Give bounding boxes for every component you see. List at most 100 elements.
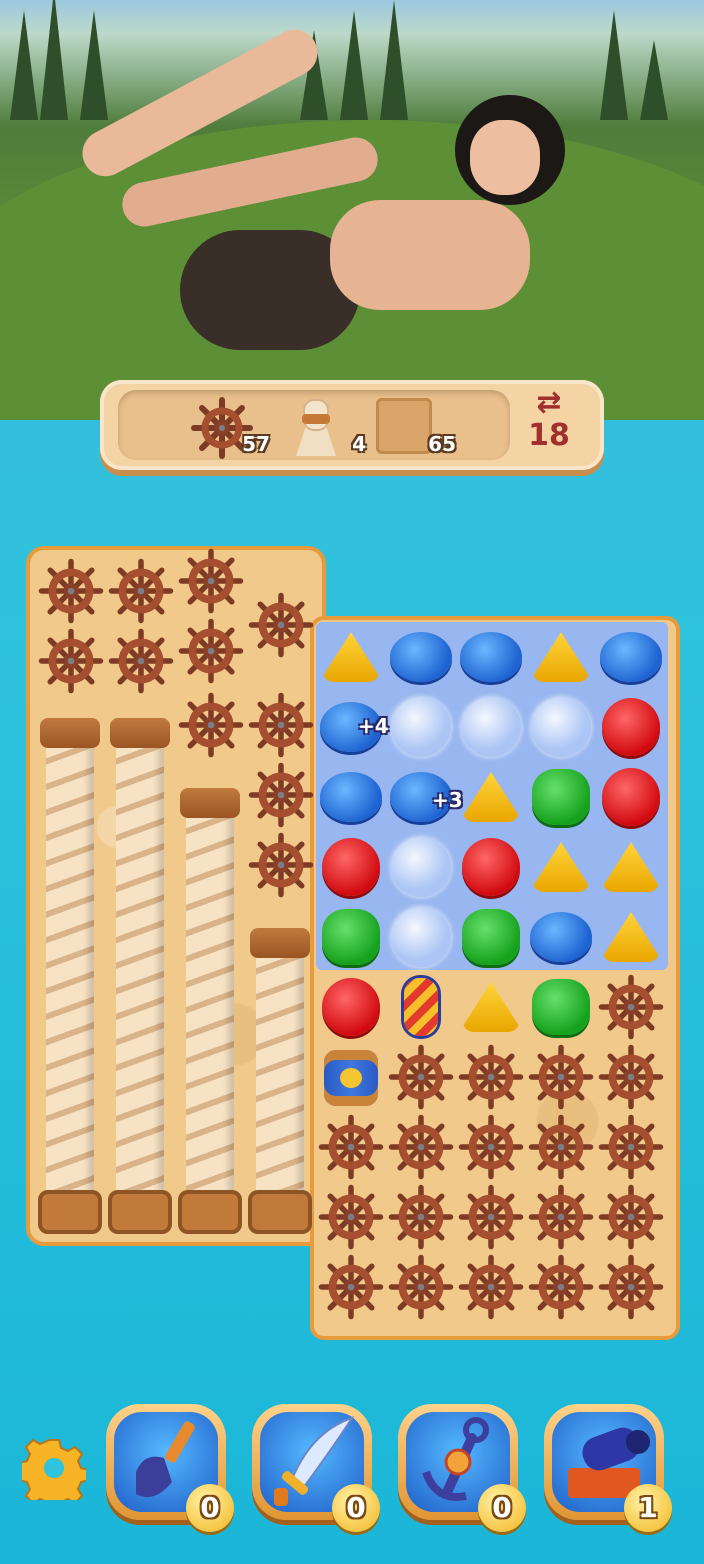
yellow-gem[interactable] — [596, 902, 666, 972]
ship-wheel-tile[interactable] — [526, 1182, 596, 1252]
tree — [10, 10, 38, 120]
ship-wheel-tile[interactable] — [246, 690, 316, 760]
bubble-shape — [461, 697, 521, 757]
yellow-gem[interactable] — [316, 622, 386, 692]
green-gem[interactable] — [316, 902, 386, 972]
goal-bar: 57 4 65 ⇄ 18 — [100, 380, 604, 470]
red-gem[interactable] — [596, 762, 666, 832]
ship-wheel-tile[interactable] — [596, 972, 666, 1042]
blue-gem-shape — [600, 632, 662, 682]
yellow-gem[interactable] — [456, 762, 526, 832]
red-gem-shape — [602, 768, 660, 826]
rope[interactable] — [186, 790, 234, 1220]
rope-icon — [296, 399, 336, 456]
ship-wheel-icon — [598, 1114, 664, 1180]
ship-wheel-tile[interactable] — [596, 1182, 666, 1252]
yellow-gem[interactable] — [456, 972, 526, 1042]
rope-knot — [250, 928, 310, 958]
rope[interactable] — [256, 930, 304, 1220]
blue-gem[interactable] — [596, 622, 666, 692]
ship-wheel-tile[interactable] — [456, 1112, 526, 1182]
blue-gem[interactable] — [456, 622, 526, 692]
character-torso — [330, 200, 530, 310]
bubble-tile[interactable] — [526, 692, 596, 762]
character-scene — [0, 0, 704, 420]
anchor-booster-button[interactable]: 0 — [398, 1404, 526, 1532]
rope-base — [248, 1190, 312, 1234]
ship-wheel-icon — [458, 1114, 524, 1180]
rope[interactable] — [116, 720, 164, 1220]
striped-rocket-booster[interactable] — [386, 972, 456, 1042]
ship-wheel-icon — [248, 592, 314, 658]
ship-wheel-tile[interactable] — [36, 626, 106, 696]
ship-wheel-tile[interactable] — [386, 1252, 456, 1322]
shovel-booster-button[interactable]: 0 — [106, 1404, 234, 1532]
ship-wheel-tile[interactable] — [176, 690, 246, 760]
ship-wheel-tile[interactable] — [456, 1182, 526, 1252]
skull-barrel-tile[interactable] — [316, 1042, 386, 1112]
ship-wheel-tile[interactable] — [526, 1112, 596, 1182]
ship-wheel-tile[interactable] — [36, 556, 106, 626]
yellow-gem[interactable] — [596, 832, 666, 902]
yellow-gem[interactable] — [526, 832, 596, 902]
bubble-tile[interactable] — [386, 902, 456, 972]
settings-gear-button[interactable] — [18, 1436, 90, 1511]
ship-wheel-tile[interactable] — [106, 626, 176, 696]
ship-wheel-icon — [108, 628, 174, 694]
bubble-tile[interactable] — [456, 692, 526, 762]
red-gem[interactable] — [596, 692, 666, 762]
red-gem[interactable] — [456, 832, 526, 902]
blue-gem[interactable] — [526, 902, 596, 972]
bubble-tile[interactable] — [386, 692, 456, 762]
swap-arrows-icon: ⇄ — [536, 385, 562, 420]
blue-gem[interactable] — [316, 762, 386, 832]
rope-base — [178, 1190, 242, 1234]
ship-wheel-icon — [458, 1184, 524, 1250]
ship-wheel-icon — [528, 1184, 594, 1250]
ship-wheel-tile[interactable] — [316, 1182, 386, 1252]
gear-icon — [18, 1438, 90, 1511]
red-gem[interactable] — [316, 972, 386, 1042]
ship-wheel-tile[interactable] — [596, 1112, 666, 1182]
cannon-booster-button[interactable]: 1 — [544, 1404, 672, 1532]
ship-wheel-icon — [388, 1184, 454, 1250]
ship-wheel-tile[interactable] — [526, 1252, 596, 1322]
bubble-tile[interactable] — [386, 832, 456, 902]
yellow-gem[interactable] — [526, 622, 596, 692]
ship-wheel-icon — [318, 1184, 384, 1250]
green-gem[interactable] — [526, 762, 596, 832]
ship-wheel-tile[interactable] — [176, 616, 246, 686]
ship-wheel-tile[interactable] — [246, 590, 316, 660]
sand-tile-icon — [376, 398, 432, 454]
ship-wheel-tile[interactable] — [596, 1252, 666, 1322]
ship-wheel-tile[interactable] — [456, 1252, 526, 1322]
yellow-gem-shape — [533, 842, 589, 892]
ship-wheel-tile[interactable] — [386, 1112, 456, 1182]
yellow-gem-shape — [323, 632, 379, 682]
green-gem[interactable] — [526, 972, 596, 1042]
ship-wheel-tile[interactable] — [316, 1252, 386, 1322]
red-gem[interactable] — [316, 832, 386, 902]
green-gem[interactable] — [456, 902, 526, 972]
yellow-gem-shape — [533, 632, 589, 682]
sword-booster-button[interactable]: 0 — [252, 1404, 380, 1532]
ship-wheel-tile[interactable] — [596, 1042, 666, 1112]
tree — [340, 10, 368, 120]
ship-wheel-tile[interactable] — [386, 1042, 456, 1112]
rope[interactable] — [46, 720, 94, 1220]
ship-wheel-tile[interactable] — [176, 546, 246, 616]
blue-gem-shape — [390, 632, 452, 682]
ship-wheel-tile[interactable] — [246, 760, 316, 830]
ship-wheel-tile[interactable] — [246, 830, 316, 900]
blue-gem[interactable] — [386, 622, 456, 692]
red-gem-shape — [602, 698, 660, 756]
ship-wheel-tile[interactable] — [456, 1042, 526, 1112]
goal-rope-count: 4 — [352, 432, 366, 456]
ship-wheel-tile[interactable] — [386, 1182, 456, 1252]
ship-wheel-icon — [38, 628, 104, 694]
ship-wheel-tile[interactable] — [526, 1042, 596, 1112]
ship-wheel-tile[interactable] — [316, 1112, 386, 1182]
blue-gem-shape — [320, 772, 382, 822]
ship-wheel-icon — [108, 558, 174, 624]
ship-wheel-tile[interactable] — [106, 556, 176, 626]
